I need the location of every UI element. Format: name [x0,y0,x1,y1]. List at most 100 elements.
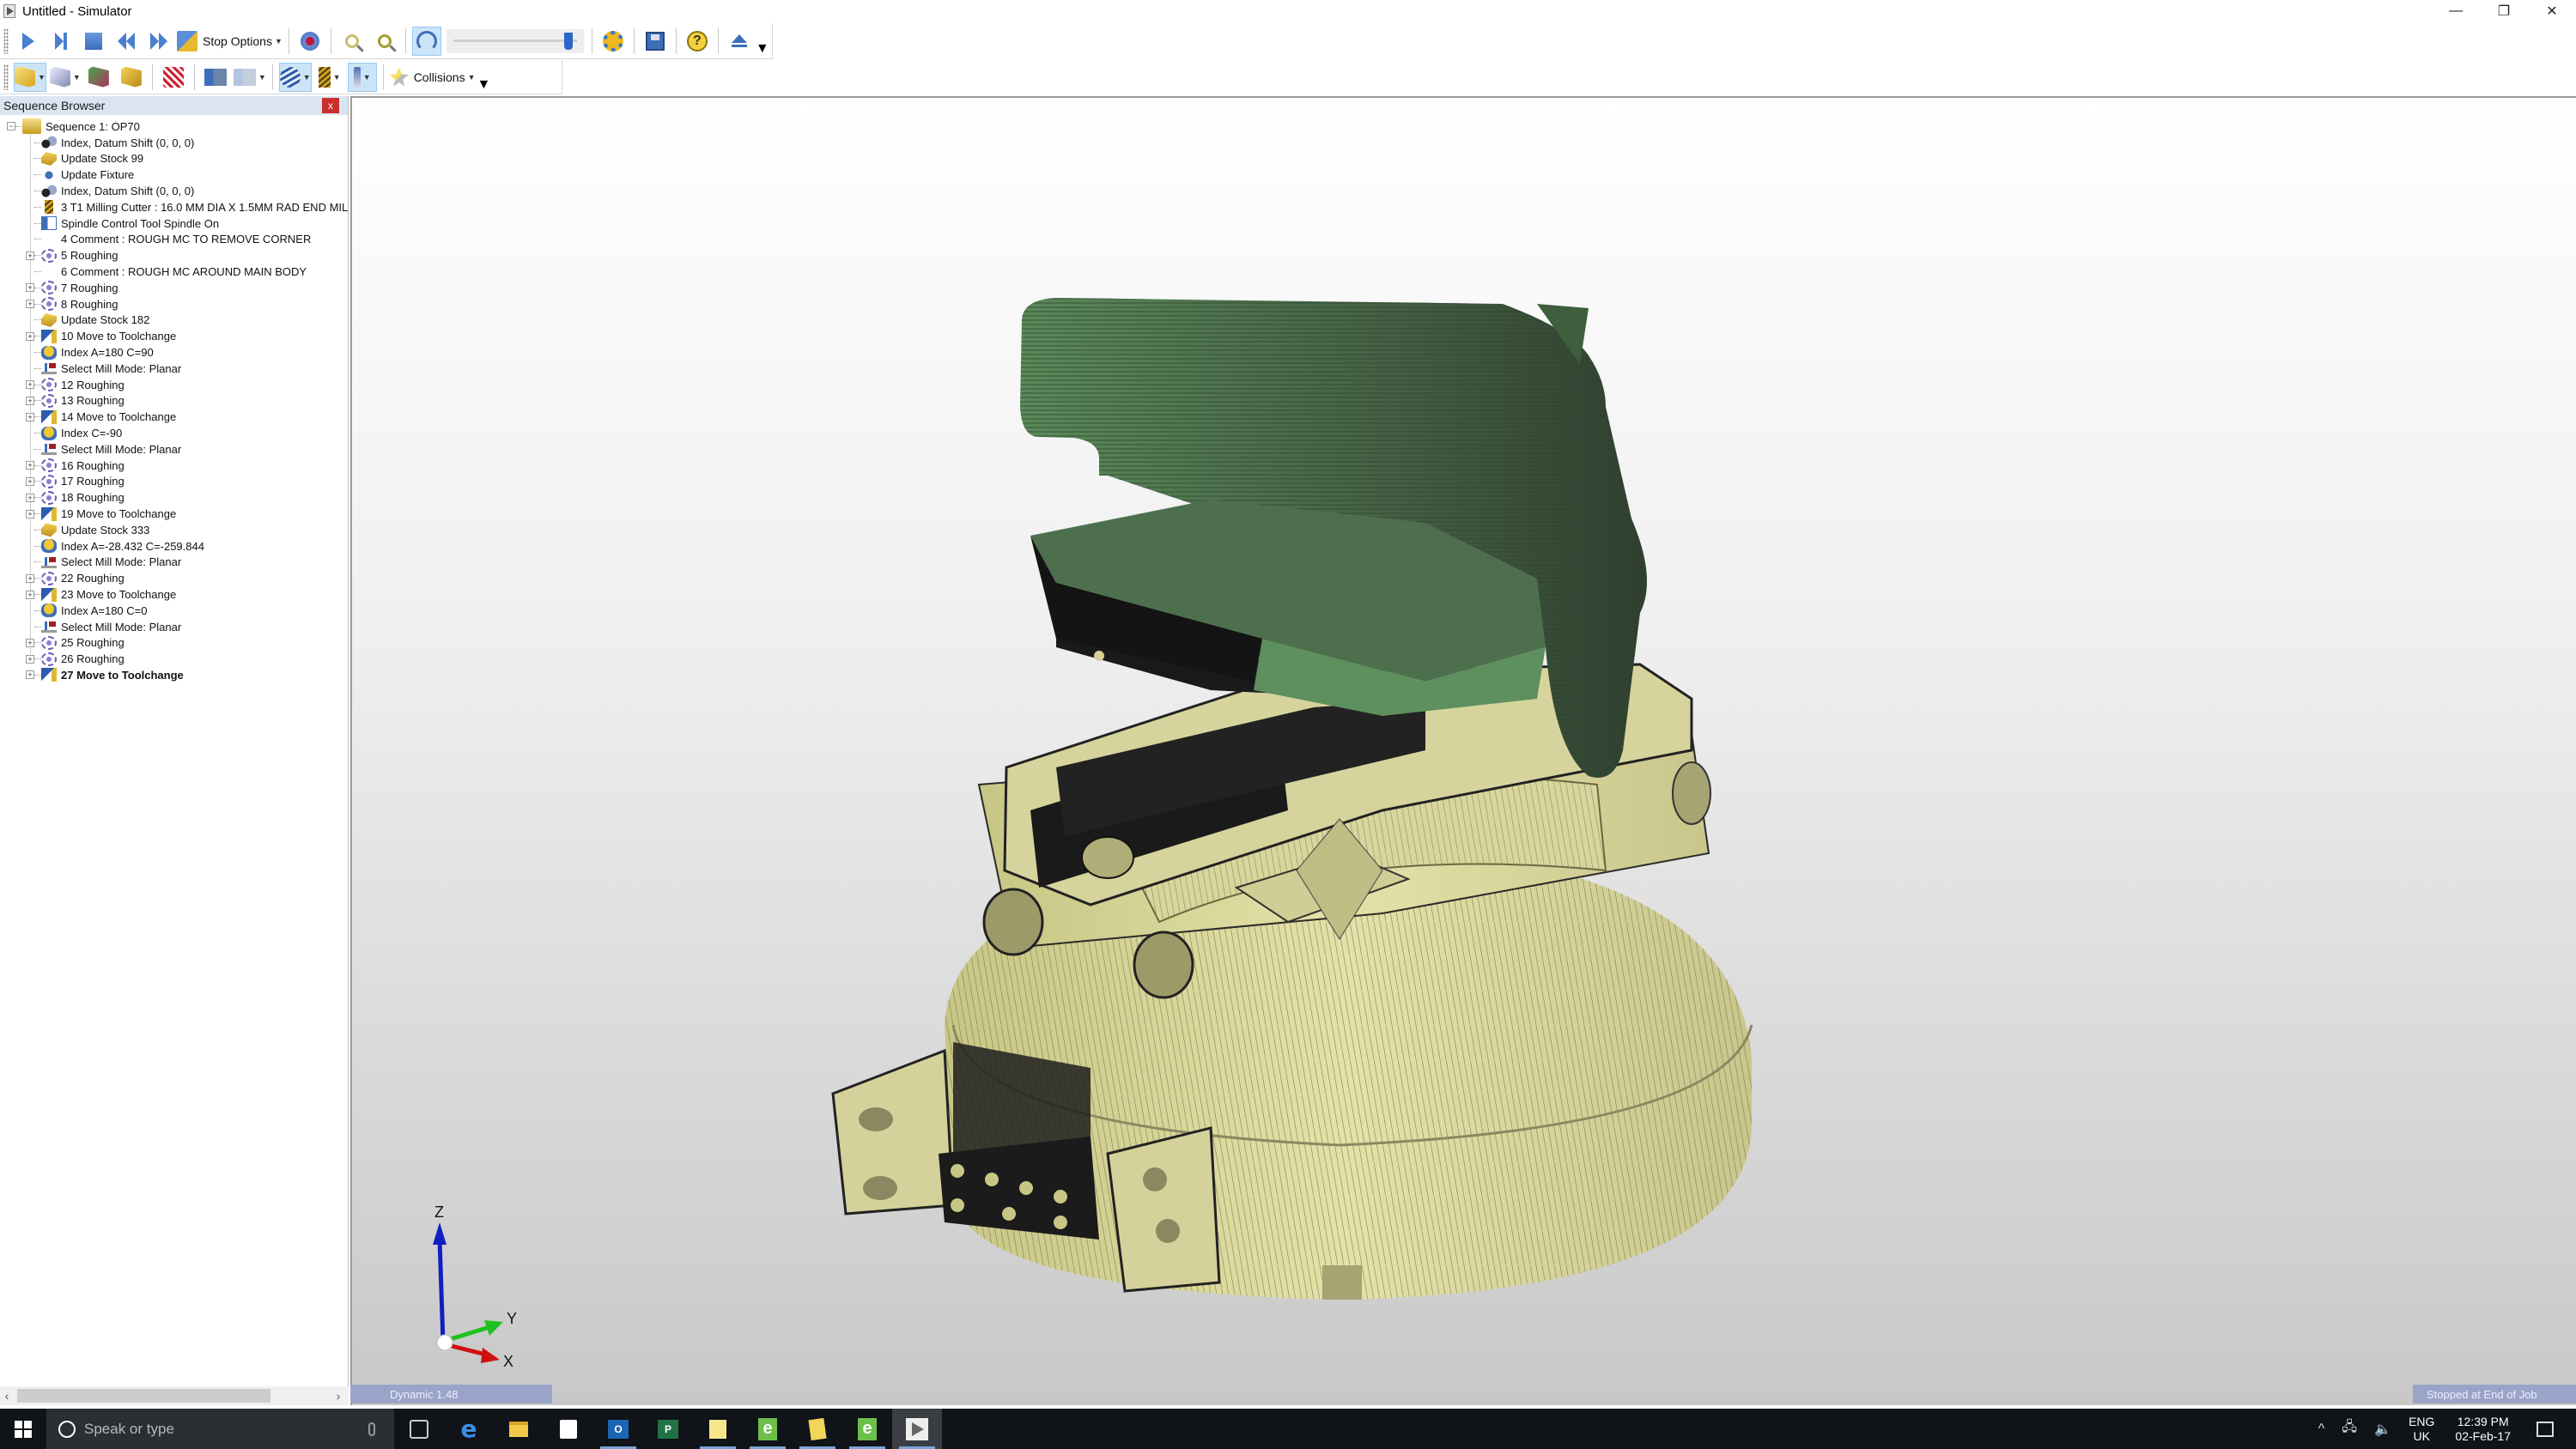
tree-item[interactable]: Index, Datum Shift (0, 0, 0) [0,135,348,151]
expand-icon[interactable]: + [26,251,34,260]
eject-button[interactable] [725,27,754,56]
speed-button[interactable] [411,26,441,56]
scrollbar-thumb[interactable] [17,1389,270,1403]
speed-slider-thumb[interactable] [563,32,573,50]
microphone-icon[interactable] [368,1422,375,1436]
expand-icon[interactable]: + [26,590,34,599]
taskbar-notes[interactable] [793,1409,842,1449]
show-hidden-icons-chevron-up-icon[interactable]: ^ [2318,1422,2325,1437]
tree-item[interactable]: Index C=-90 [0,425,348,441]
show-part-button[interactable] [117,63,146,92]
tree-root-sequence[interactable]: − Sequence 1: OP70 [0,118,348,135]
collisions-button[interactable]: Collisions ▼ [389,63,476,92]
expand-icon[interactable]: + [26,493,34,502]
expand-icon[interactable]: + [26,412,34,421]
zoom-previous-button[interactable] [370,27,399,56]
tree-item[interactable]: Update Stock 99 [0,151,348,167]
toolbar-grip[interactable] [3,27,9,54]
cortana-search-box[interactable]: Speak or type [46,1409,394,1449]
expand-icon[interactable]: + [26,476,34,486]
machine-view-2-button[interactable]: ▼ [233,63,266,92]
tree-item[interactable]: +19 Move to Toolchange [0,506,348,522]
expand-icon[interactable]: + [26,331,34,341]
tree-item[interactable]: Index A=180 C=90 [0,344,348,361]
toolbar-grip[interactable] [3,64,9,90]
tree-item[interactable]: +26 Roughing [0,651,348,667]
action-center-icon[interactable] [2537,1421,2554,1437]
tree-item[interactable]: +14 Move to Toolchange [0,409,348,425]
taskbar-sticky-notes[interactable] [693,1409,743,1449]
taskbar-outlook[interactable]: O [593,1409,643,1449]
fast-forward-button[interactable] [144,27,173,56]
network-icon[interactable]: 🖧 [2342,1417,2357,1440]
rewind-button[interactable] [112,27,141,56]
settings-button[interactable] [598,27,628,56]
tree-item[interactable]: +27 Move to Toolchange [0,667,348,683]
tree-item[interactable]: +17 Roughing [0,474,348,490]
taskbar-app-e-1[interactable]: e [743,1409,793,1449]
tree-item[interactable]: 3 T1 Milling Cutter : 16.0 MM DIA X 1.5M… [0,199,348,215]
play-button[interactable] [14,27,43,56]
tree-item[interactable]: Select Mill Mode: Planar [0,361,348,377]
taskbar-file-explorer[interactable] [494,1409,544,1449]
step-button[interactable] [46,27,76,56]
stop-button[interactable] [79,27,108,56]
restore-button[interactable]: ❐ [2480,0,2528,22]
speed-slider[interactable] [446,28,584,53]
tree-item[interactable]: +18 Roughing [0,489,348,506]
expand-icon[interactable]: + [26,654,34,664]
tree-item[interactable]: Index A=-28.432 C=-259.844 [0,538,348,555]
clock[interactable]: 12:39 PM 02-Feb-17 [2455,1415,2511,1444]
tree-item[interactable]: Select Mill Mode: Planar [0,441,348,458]
expand-icon[interactable]: + [26,509,34,518]
tree-item[interactable]: Select Mill Mode: Planar [0,619,348,635]
record-button[interactable] [295,27,325,56]
expand-icon[interactable]: + [26,300,34,309]
tree-item[interactable]: +5 Roughing [0,247,348,264]
tree-item[interactable]: +8 Roughing [0,296,348,312]
show-model-compare-button[interactable] [84,63,113,92]
expand-icon[interactable]: + [26,573,34,583]
tree-item[interactable]: +7 Roughing [0,280,348,296]
horizontal-scrollbar[interactable]: ‹ › [0,1386,349,1405]
taskbar-app-e-2[interactable]: e [842,1409,892,1449]
collapse-icon[interactable]: − [7,122,15,131]
tree-item[interactable]: +25 Roughing [0,635,348,652]
stop-options-button[interactable]: Stop Options ▼ [177,27,283,56]
scroll-right-icon[interactable]: › [331,1389,345,1403]
expand-icon[interactable]: + [26,638,34,647]
tree-item[interactable]: Update Fixture [0,167,348,183]
input-language[interactable]: ENG UK [2409,1415,2434,1444]
start-button[interactable] [0,1409,46,1449]
tool-button[interactable]: ▼ [315,63,344,92]
3d-viewport[interactable]: Z Y X [350,96,2576,1405]
taskbar-project[interactable]: P [643,1409,693,1449]
tree-item[interactable]: Update Stock 333 [0,522,348,538]
probe-button[interactable]: ▼ [347,62,377,92]
tree-item[interactable]: +12 Roughing [0,377,348,393]
taskbar-store[interactable] [544,1409,593,1449]
scroll-left-icon[interactable]: ‹ [0,1389,14,1403]
machine-view-button[interactable] [201,63,230,92]
expand-icon[interactable]: + [26,670,34,680]
volume-icon[interactable]: 🔈 [2374,1421,2391,1438]
expand-icon[interactable]: + [26,396,34,405]
show-fixture-button[interactable]: ▼ [49,63,81,92]
show-stock-button[interactable]: ▼ [14,62,46,92]
tree-item[interactable]: +23 Move to Toolchange [0,586,348,603]
tree-item[interactable]: 4 Comment : ROUGH MC TO REMOVE CORNER [0,232,348,248]
save-button[interactable] [641,27,670,56]
tool-holder-button[interactable]: ▼ [278,62,312,92]
tree-item[interactable]: +16 Roughing [0,458,348,474]
tree-item[interactable]: +10 Move to Toolchange [0,328,348,344]
machine-model-render[interactable]: Z Y X [352,98,2576,1405]
task-view-button[interactable] [394,1409,444,1449]
tree-item[interactable]: Select Mill Mode: Planar [0,555,348,571]
tree-item[interactable]: +13 Roughing [0,393,348,409]
zoom-button[interactable] [337,27,367,56]
minimize-button[interactable]: — [2432,0,2480,22]
tree-item[interactable]: Index, Datum Shift (0, 0, 0) [0,183,348,199]
taskbar-edge[interactable]: e [444,1409,494,1449]
help-button[interactable]: ? [683,27,712,56]
toolbar-overflow-chevron-icon[interactable]: ▼ [756,41,769,57]
